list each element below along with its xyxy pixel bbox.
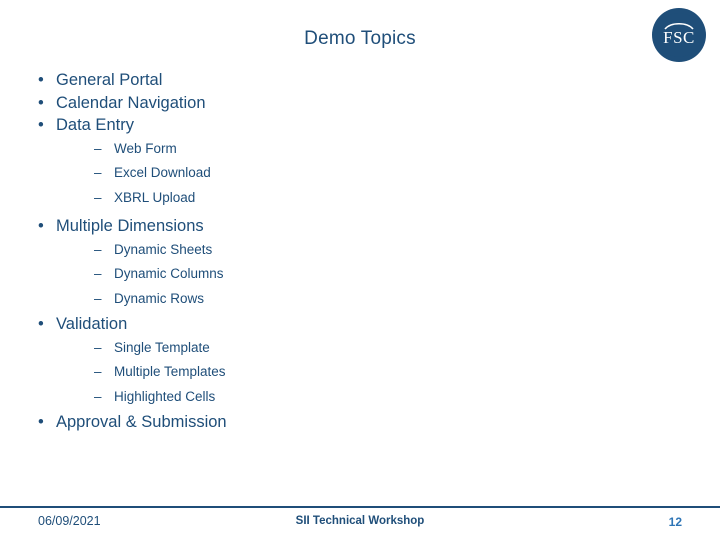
sub-list-item: – Multiple Templates <box>94 365 670 379</box>
sub-list-item: – Single Template <box>94 339 670 355</box>
sub-list-item: – Excel Download <box>94 166 670 180</box>
bullet-glyph: • <box>38 217 44 235</box>
bullet-glyph: • <box>38 315 44 333</box>
sub-list-item-label: Highlighted Cells <box>114 388 216 404</box>
sub-list: – Web Form – Excel Download – XBRL Uploa… <box>56 140 670 205</box>
bullet-glyph: • <box>38 413 44 431</box>
sub-list-item: – Highlighted Cells <box>94 388 670 404</box>
bullet-glyph: • <box>38 93 44 112</box>
list-item: • Multiple Dimensions – Dynamic Sheets –… <box>30 218 670 305</box>
sub-list: – Single Template – Multiple Templates –… <box>56 339 670 404</box>
list-item-label: General Portal <box>56 71 163 89</box>
sub-list-item-label: Excel Download <box>114 165 211 180</box>
sub-list-item: – XBRL Upload <box>94 189 670 205</box>
sub-list-item-label: Dynamic Columns <box>114 266 224 281</box>
page-title: Demo Topics <box>304 28 416 49</box>
sub-list-item-label: Dynamic Rows <box>114 290 205 306</box>
sub-list-item: – Dynamic Rows <box>94 290 670 306</box>
dash-glyph: – <box>94 266 102 281</box>
footer: 06/09/2021 SII Technical Workshop 12 <box>0 508 720 540</box>
dash-glyph: – <box>94 364 102 379</box>
dash-glyph: – <box>94 140 102 156</box>
topics-list: • General Portal • Calendar Navigation •… <box>30 72 670 437</box>
sub-list-item: – Web Form <box>94 140 670 156</box>
sub-list-item-label: Web Form <box>114 140 177 156</box>
list-item-label: Multiple Dimensions <box>56 217 204 235</box>
footer-title: SII Technical Workshop <box>295 515 425 527</box>
sub-list-item: – Dynamic Sheets <box>94 241 670 257</box>
dash-glyph: – <box>94 241 102 257</box>
sub-list-item: – Dynamic Columns <box>94 267 670 281</box>
dash-glyph: – <box>94 290 102 306</box>
sub-list-item-label: XBRL Upload <box>114 189 196 205</box>
sub-list-item-label: Multiple Templates <box>114 364 226 379</box>
list-item-label: Data Entry <box>56 116 134 134</box>
list-item: • Validation – Single Template – Multipl… <box>30 316 670 403</box>
list-item-label: Approval & Submission <box>56 413 227 431</box>
dash-glyph: – <box>94 339 102 355</box>
sub-list-item-label: Dynamic Sheets <box>114 241 213 257</box>
bullet-glyph: • <box>38 71 44 89</box>
page-number: 12 <box>668 515 682 529</box>
list-item-label: Validation <box>56 315 128 333</box>
sub-list-item-label: Single Template <box>114 339 210 355</box>
dash-glyph: – <box>94 388 102 404</box>
list-item: • Data Entry – Web Form – Excel Download… <box>30 117 670 204</box>
list-item: • Calendar Navigation <box>30 93 670 112</box>
bullet-glyph: • <box>38 116 44 134</box>
sub-list: – Dynamic Sheets – Dynamic Columns – Dyn… <box>56 241 670 306</box>
dash-glyph: – <box>94 165 102 180</box>
dash-glyph: – <box>94 189 102 205</box>
list-item-label: Calendar Navigation <box>56 93 206 112</box>
list-item: • Approval & Submission <box>30 414 670 431</box>
list-item: • General Portal <box>30 72 670 89</box>
